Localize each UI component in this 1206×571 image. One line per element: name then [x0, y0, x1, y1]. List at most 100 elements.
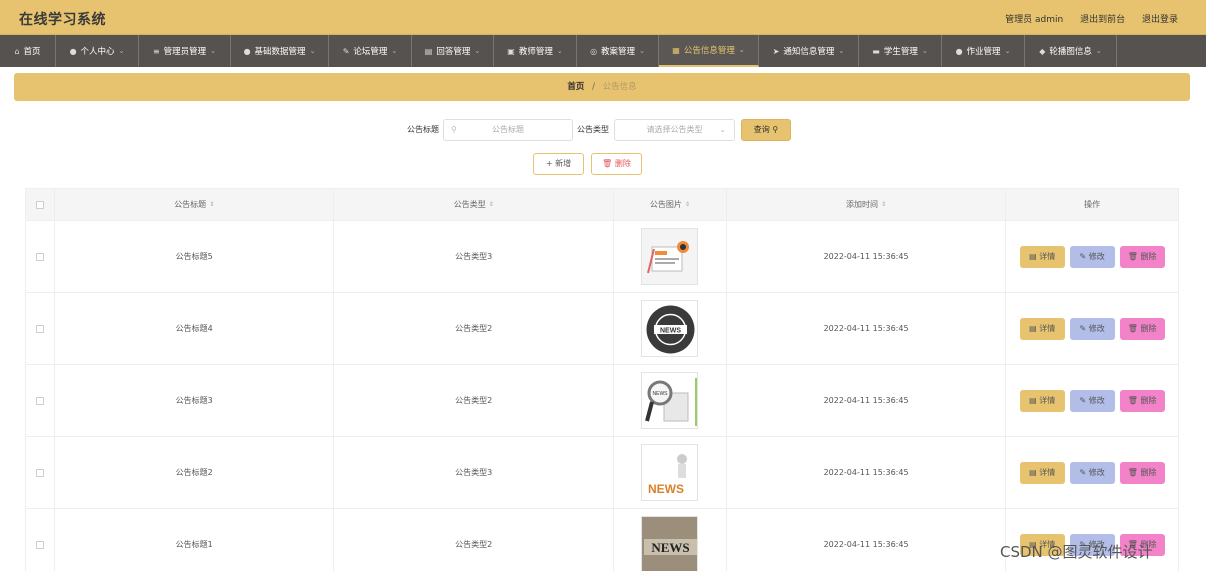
breadcrumb-separator: / [592, 82, 595, 92]
delete-button-label: 删除 [1140, 323, 1157, 333]
news-globe-image[interactable]: NEWS [641, 300, 699, 357]
detail-button[interactable]: ▤ 详情 [1019, 461, 1065, 484]
nav-item[interactable]: ▣ 教师管理 ⌄ [494, 35, 577, 67]
list-icon: ≡ [152, 46, 160, 56]
nav-item[interactable]: ≡ 管理员管理 ⌄ [139, 35, 231, 67]
cell-time: 2022-04-11 15:36:45 [727, 293, 1007, 364]
edit-icon: ✎ [1079, 323, 1089, 333]
chevron-down-icon: ⌄ [391, 47, 398, 55]
breadcrumb: 首页 / 公告信息 [14, 73, 1190, 101]
nav-item[interactable]: ▬ 学生管理 ⌄ [859, 35, 942, 67]
batch-delete-label: 删除 [614, 159, 631, 168]
cell-time: 2022-04-11 15:36:45 [727, 365, 1007, 436]
edit-button[interactable]: ✎ 修改 [1069, 461, 1115, 484]
row-checkbox[interactable] [35, 252, 44, 261]
edit-button[interactable]: ✎ 修改 [1069, 389, 1115, 412]
detail-button[interactable]: ▤ 详情 [1019, 245, 1065, 268]
delete-button[interactable]: 🗑 删除 [1119, 245, 1165, 268]
detail-button-label: 详情 [1039, 251, 1056, 261]
nav-item[interactable]: ◆ 轮播图信息 ⌄ [1025, 35, 1117, 67]
row-select-cell [26, 437, 55, 508]
header-time-label: 添加时间 [846, 200, 879, 209]
plus-icon: + [545, 159, 556, 168]
student-icon: ▬ [872, 46, 880, 56]
row-checkbox[interactable] [35, 468, 44, 477]
svg-text:NEWS: NEWS [652, 540, 690, 555]
magnifier-news-image[interactable]: NEWS [641, 372, 699, 429]
cell-type: 公告类型2 [334, 509, 614, 571]
row-checkbox[interactable] [35, 540, 44, 549]
chevron-down-icon: ⌄ [838, 47, 845, 55]
news-figure-image[interactable]: NEWS [641, 444, 699, 501]
batch-delete-button[interactable]: 🗑 删除 [591, 153, 642, 175]
add-button-label: 新增 [555, 159, 572, 168]
chevron-down-icon: ⌄ [309, 47, 316, 55]
detail-button[interactable]: ▤ 详情 [1019, 389, 1065, 412]
row-checkbox[interactable] [35, 324, 44, 333]
table-header: 公告标题 ⇕ 公告类型 ⇕ 公告图片 ⇕ 添加时间 ⇕ 操作 [26, 189, 1178, 221]
add-button[interactable]: + 新增 [533, 153, 584, 175]
sort-icon: ⇕ [488, 201, 494, 208]
compass-icon: ◎ [590, 46, 598, 56]
title-search-input[interactable]: ⚲ 公告标题 [443, 119, 573, 141]
delete-button[interactable]: 🗑 删除 [1119, 461, 1165, 484]
delete-button[interactable]: 🗑 删除 [1119, 317, 1165, 340]
delete-button[interactable]: 🗑 删除 [1119, 389, 1165, 412]
query-button[interactable]: 查询 ⚲ [741, 119, 791, 141]
admin-label: 管理员 admin [1005, 15, 1064, 25]
image-icon: ◆ [1039, 46, 1046, 56]
cell-title: 公告标题5 [55, 221, 335, 292]
nav-item[interactable]: ▤ 回答管理 ⌄ [412, 35, 494, 67]
chevron-down-icon: ⌄ [118, 47, 125, 55]
row-select-cell [26, 293, 55, 364]
person-icon: ● [243, 46, 251, 56]
nav-item[interactable]: ✎ 论坛管理 ⌄ [329, 35, 412, 67]
homework-icon: ● [955, 46, 963, 56]
select-all-checkbox[interactable] [35, 200, 44, 209]
main-content: 公告标题 ⚲ 公告标题 公告类型 请选择公告类型 ⌄ 查询 ⚲ + 新增 🗑 删… [14, 101, 1190, 571]
header-title-label: 公告标题 [174, 200, 207, 209]
notice-table: 公告标题 ⇕ 公告类型 ⇕ 公告图片 ⇕ 添加时间 ⇕ 操作 公告标题5 公告类型3 202… [25, 188, 1179, 571]
edit-button-label: 修改 [1088, 395, 1105, 405]
news-image[interactable] [641, 228, 699, 285]
header-time[interactable]: 添加时间 ⇕ [727, 189, 1007, 220]
cell-title: 公告标题3 [55, 365, 335, 436]
chevron-down-icon: ⌄ [474, 47, 481, 55]
cell-title: 公告标题1 [55, 509, 335, 571]
header-image[interactable]: 公告图片 ⇕ [614, 189, 727, 220]
header-actions: 操作 [1006, 189, 1178, 220]
type-select[interactable]: 请选择公告类型 ⌄ [614, 119, 735, 141]
news-blocks-image[interactable]: NEWS [641, 516, 699, 571]
front-link[interactable]: 退出到前台 [1080, 15, 1125, 25]
breadcrumb-home[interactable]: 首页 [567, 82, 584, 92]
detail-icon: ▤ [1029, 251, 1040, 261]
header-title[interactable]: 公告标题 ⇕ [55, 189, 335, 220]
sort-icon: ⇕ [209, 201, 215, 208]
nav-item[interactable]: ● 基础数据管理 ⌄ [231, 35, 329, 67]
svg-text:NEWS: NEWS [648, 482, 684, 496]
edit-button[interactable]: ✎ 修改 [1069, 317, 1115, 340]
cell-image: NEWS [614, 437, 727, 508]
title-search-label: 公告标题 [407, 125, 439, 134]
nav-item[interactable]: ⌂ 首页 [0, 35, 56, 67]
edit-button[interactable]: ✎ 修改 [1069, 245, 1115, 268]
chevron-down-icon: ⌄ [1095, 47, 1102, 55]
trash-icon: 🗑 [1127, 323, 1141, 333]
logout-link[interactable]: 退出登录 [1142, 15, 1178, 25]
nav-item[interactable]: ● 个人中心 ⌄ [56, 35, 139, 67]
nav-item[interactable]: ▦ 公告信息管理 ⌄ [659, 35, 759, 67]
nav-item-label: 作业管理 [966, 47, 1001, 57]
nav-item-label: 轮播图信息 [1049, 47, 1092, 57]
row-select-cell [26, 221, 55, 292]
nav-item[interactable]: ◎ 教案管理 ⌄ [577, 35, 659, 67]
table-body: 公告标题5 公告类型3 2022-04-11 15:36:45 ▤ 详情 ✎ 修改 🗑 删… [26, 221, 1178, 571]
cell-time: 2022-04-11 15:36:45 [727, 509, 1007, 571]
detail-button[interactable]: ▤ 详情 [1019, 317, 1065, 340]
cell-actions: ▤ 详情 ✎ 修改 🗑 删除 [1006, 365, 1178, 436]
nav-item[interactable]: ➤ 通知信息管理 ⌄ [759, 35, 859, 67]
watermark: CSDN @图灵软件设计 [1000, 543, 1153, 561]
nav-item[interactable]: ● 作业管理 ⌄ [942, 35, 1025, 67]
detail-button-label: 详情 [1039, 323, 1056, 333]
header-type[interactable]: 公告类型 ⇕ [334, 189, 614, 220]
row-checkbox[interactable] [35, 396, 44, 405]
